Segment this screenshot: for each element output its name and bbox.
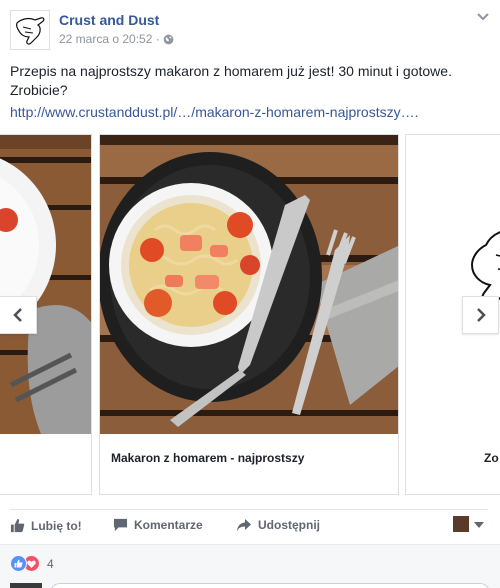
share-label: Udostępnij	[258, 518, 320, 532]
like-reaction-icon	[10, 555, 27, 572]
commenter-avatar	[10, 583, 42, 588]
like-label: Lubię to!	[31, 518, 82, 533]
reaction-count[interactable]: 4	[47, 557, 54, 571]
chevron-down-icon[interactable]	[476, 12, 490, 22]
chevron-right-icon	[476, 308, 486, 322]
carousel-prev-button[interactable]	[0, 296, 37, 334]
post-header: Crust and Dust 22 marca o 20:52 ·	[10, 10, 490, 50]
chevron-left-icon	[13, 308, 22, 322]
reaction-icons[interactable]	[10, 555, 40, 572]
share-button[interactable]: Udostępnij	[236, 518, 320, 532]
card-image	[0, 135, 91, 434]
crust-and-dust-logo-icon	[16, 17, 45, 45]
post-link[interactable]: http://www.crustanddust.pl/…/makaron-z-h…	[10, 104, 418, 120]
share-as-avatar[interactable]	[453, 516, 469, 532]
share-icon	[237, 519, 251, 531]
like-button[interactable]: Lubię to!	[10, 518, 82, 533]
page-avatar[interactable]	[10, 10, 50, 50]
reactions-bar: 4	[0, 544, 500, 588]
carousel-card[interactable]: Makaron z homarem - najprostszy	[99, 134, 399, 495]
comment-label: Komentarze	[134, 518, 203, 532]
card-caption: Makaron z homarem - najprostszy	[111, 451, 305, 465]
card-image	[100, 135, 398, 434]
link-carousel: Makaron z homarem - najprostszy Zo	[0, 134, 500, 496]
comment-button[interactable]: Komentarze	[113, 518, 203, 532]
post-timestamp[interactable]: 22 marca o 20:52 ·	[59, 32, 160, 46]
card-caption: Zo	[484, 451, 499, 465]
globe-icon[interactable]	[163, 34, 174, 45]
post-message: Przepis na najprostszy makaron z homarem…	[10, 63, 452, 98]
thumbs-up-icon	[10, 518, 25, 533]
comment-icon	[113, 518, 128, 532]
post-action-bar: Lubię to! Komentarze Udostępnij	[10, 509, 488, 543]
post-meta: 22 marca o 20:52 ·	[59, 32, 174, 46]
comment-input[interactable]	[50, 583, 490, 588]
card-image	[406, 135, 500, 434]
page-name[interactable]: Crust and Dust	[59, 12, 159, 28]
share-as-dropdown-icon[interactable]	[474, 522, 484, 528]
carousel-next-button[interactable]	[462, 296, 499, 334]
comment-composer	[10, 583, 490, 588]
